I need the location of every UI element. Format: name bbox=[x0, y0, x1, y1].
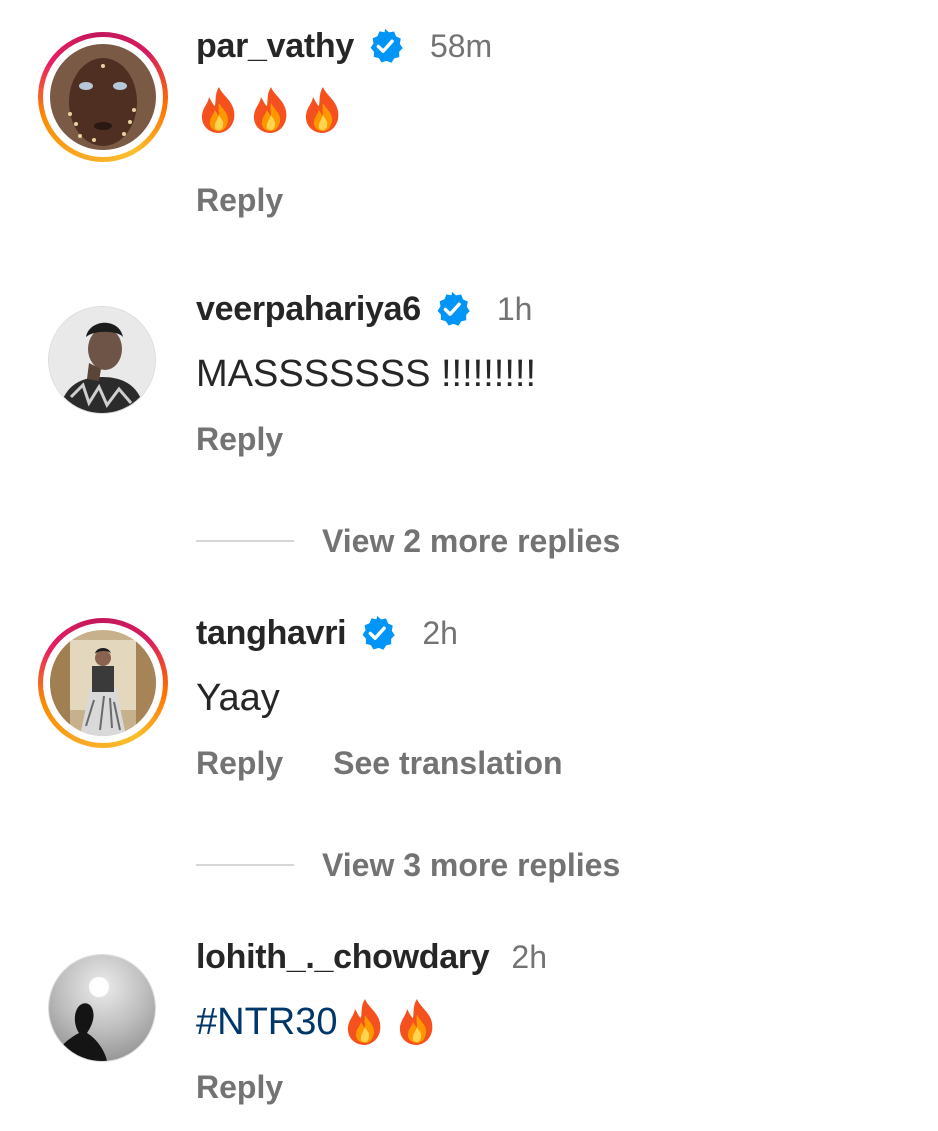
view-more-replies-label: View 3 more replies bbox=[322, 846, 621, 883]
avatar-wrapper[interactable] bbox=[38, 296, 168, 426]
reply-button[interactable]: Reply bbox=[196, 1069, 283, 1106]
timestamp: 1h bbox=[496, 290, 533, 327]
view-more-replies-button[interactable]: View 2 more replies bbox=[196, 519, 620, 563]
avatar[interactable] bbox=[50, 630, 156, 736]
comments-list: par_vathy 58m Reply veerpahariya6 1h MAS… bbox=[0, 0, 938, 1131]
view-more-replies-button[interactable]: View 3 more replies bbox=[196, 843, 620, 887]
fire-emoji-icon bbox=[394, 997, 440, 1047]
reply-button[interactable]: Reply bbox=[196, 182, 283, 219]
comment-text: Yaay bbox=[196, 676, 280, 719]
view-more-replies-label: View 2 more replies bbox=[322, 522, 621, 559]
verified-badge-icon bbox=[358, 614, 396, 652]
fire-emoji-icon bbox=[342, 997, 388, 1047]
divider-line bbox=[196, 540, 294, 542]
divider-line bbox=[196, 864, 294, 866]
avatar-wrapper[interactable] bbox=[38, 944, 168, 1074]
see-translation-button[interactable]: See translation bbox=[333, 745, 562, 782]
avatar-image bbox=[49, 307, 155, 413]
avatar[interactable] bbox=[48, 306, 156, 414]
fire-emoji-icon bbox=[300, 85, 346, 135]
avatar[interactable] bbox=[48, 954, 156, 1062]
timestamp: 58m bbox=[429, 27, 493, 64]
username[interactable]: tanghavri bbox=[196, 614, 347, 653]
reply-button[interactable]: Reply bbox=[196, 745, 283, 782]
verified-badge-icon bbox=[433, 290, 471, 328]
comment-text bbox=[196, 82, 352, 138]
avatar-image bbox=[50, 630, 156, 736]
username[interactable]: veerpahariya6 bbox=[196, 290, 421, 329]
fire-emoji-icon bbox=[248, 85, 294, 135]
fire-emoji-icon bbox=[196, 85, 242, 135]
hashtag-link[interactable]: #NTR30 bbox=[196, 1001, 338, 1044]
username[interactable]: lohith_._chowdary bbox=[196, 938, 490, 977]
timestamp: 2h bbox=[422, 614, 458, 651]
comment-text: #NTR30 bbox=[196, 994, 446, 1050]
avatar-story-ring[interactable] bbox=[38, 32, 168, 162]
comment-text: MASSSSSSS !!!!!!!!! bbox=[196, 352, 536, 395]
verified-badge-icon bbox=[366, 27, 404, 65]
username[interactable]: par_vathy bbox=[196, 27, 354, 66]
avatar[interactable] bbox=[50, 44, 156, 150]
timestamp: 2h bbox=[511, 938, 547, 975]
avatar-image bbox=[49, 955, 155, 1061]
avatar-image bbox=[50, 44, 156, 150]
avatar-story-ring[interactable] bbox=[38, 618, 168, 748]
reply-button[interactable]: Reply bbox=[196, 421, 283, 458]
